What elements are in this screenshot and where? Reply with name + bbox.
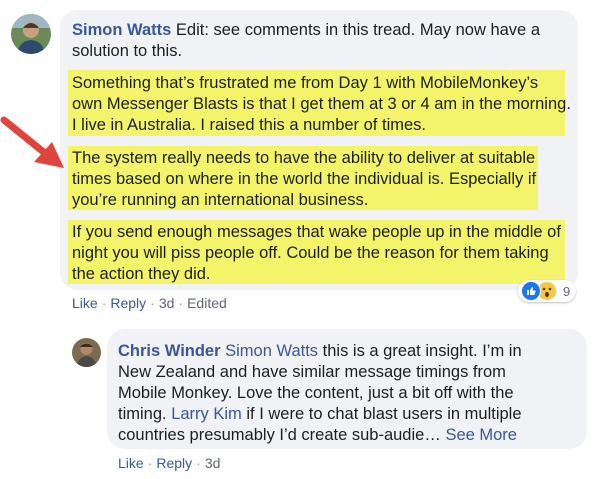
reply-line-4: timing. Larry Kim if I were to chat blas… (118, 404, 578, 425)
comment-p2-line: The system really needs to have the abil… (72, 149, 536, 167)
red-arrow-icon (0, 116, 64, 168)
like-link[interactable]: Like (118, 455, 144, 471)
like-reaction-icon (521, 281, 541, 301)
avatar-simon-watts[interactable] (11, 14, 51, 54)
reply-text: this is a great insight. I’m in (322, 342, 522, 360)
reply-actions: Like · Reply · 3d (118, 455, 221, 471)
comment-actions: Like · Reply · 3d · Edited (72, 295, 227, 311)
mention-larry-kim[interactable]: Larry Kim (171, 405, 242, 423)
comment-edit-text-2: solution to this. (72, 42, 183, 60)
reply-text: timing. (118, 405, 167, 423)
comment-p3-line: the action they did. (72, 265, 211, 283)
mention-simon-watts[interactable]: Simon Watts (225, 342, 318, 360)
like-link[interactable]: Like (72, 295, 98, 311)
reply-line-1: Chris Winder Simon Watts this is a great… (118, 341, 578, 362)
comment-p1-line: I live in Australia. I raised this a num… (72, 116, 426, 134)
comment-p1-line: own Messenger Blasts is that I get them … (72, 95, 571, 113)
avatar-chris-winder[interactable] (72, 338, 101, 367)
comment-p3-line: If you send enough messages that wake pe… (72, 223, 561, 241)
reply-timestamp[interactable]: 3d (205, 455, 221, 471)
reply-line-3: Mobile Monkey. Love the content, just a … (118, 384, 514, 402)
reply-line-5: countries presumably I’d create sub-audi… (118, 425, 578, 446)
reply-line-2: New Zealand and have similar message tim… (118, 363, 506, 381)
reply-text: if I were to chat blast users in multipl… (246, 405, 522, 423)
reaction-count: 9 (563, 283, 571, 299)
reply-link[interactable]: Reply (156, 455, 192, 471)
reply-author-link[interactable]: Chris Winder (118, 342, 221, 360)
comment-edit-text: Edit: see comments in this tread. May no… (175, 21, 540, 39)
comment-p2-line: you’re running an international business… (72, 191, 369, 209)
comment-header: Simon Watts Edit: see comments in this t… (72, 20, 572, 41)
reactions-summary[interactable]: 9 (518, 280, 577, 302)
comment-p2-line: times based on where in the world the in… (72, 170, 537, 188)
comment-author-link[interactable]: Simon Watts (72, 21, 171, 39)
reply-link[interactable]: Reply (110, 295, 146, 311)
edited-label[interactable]: Edited (187, 295, 227, 311)
comment-p1-line: Something that’s frustrated me from Day … (72, 74, 539, 92)
comment-timestamp[interactable]: 3d (159, 295, 175, 311)
see-more-link[interactable]: See More (445, 426, 517, 444)
reply-text: countries presumably I’d create sub-audi… (118, 426, 441, 444)
comment-p3-line: night you will piss people off. Could be… (72, 244, 549, 262)
